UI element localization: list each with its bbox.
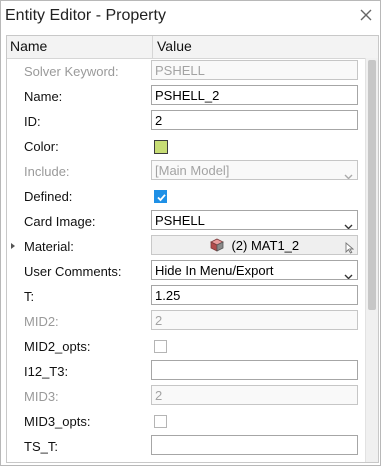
expand-arrow-icon[interactable] [11, 243, 15, 249]
label-mid3: MID3: [24, 389, 59, 404]
include-select: [Main Model] [151, 160, 358, 180]
mid3-opts-checkbox[interactable] [154, 415, 167, 428]
label-id: ID: [24, 114, 41, 129]
entity-editor-window: Entity Editor - Property Name Value Solv… [0, 0, 381, 466]
scrollbar-thumb[interactable] [368, 60, 376, 310]
chevron-down-icon [344, 167, 353, 179]
label-mid3-opts: MID3_opts: [24, 414, 91, 429]
label-ts-t: TS_T: [24, 439, 58, 454]
mid2-opts-checkbox[interactable] [154, 340, 167, 353]
row-include: Include: [Main Model] [7, 159, 365, 184]
row-mid3: MID3: 2 [7, 384, 365, 409]
solver-keyword-field: PSHELL [151, 60, 358, 80]
label-solver-keyword: Solver Keyword: [24, 64, 119, 79]
window-title: Entity Editor - Property [5, 7, 166, 24]
label-mid2: MID2: [24, 314, 59, 329]
row-ts-t: TS_T: [7, 434, 365, 459]
row-color: Color: [7, 134, 365, 159]
mid2-field: 2 [151, 310, 358, 330]
label-include: Include: [24, 164, 70, 179]
card-image-select[interactable]: PSHELL [151, 210, 358, 230]
label-mid2-opts: MID2_opts: [24, 339, 91, 354]
label-t: T: [24, 289, 35, 304]
row-solver-keyword: Solver Keyword: PSHELL [7, 59, 365, 84]
user-comments-select[interactable]: Hide In Menu/Export [151, 260, 358, 280]
user-comments-value: Hide In Menu/Export [155, 263, 274, 278]
material-selector[interactable]: (2) MAT1_2 [151, 235, 358, 255]
close-icon[interactable] [358, 7, 374, 23]
label-defined: Defined: [24, 189, 73, 204]
vertical-scrollbar[interactable] [365, 58, 378, 462]
label-color: Color: [24, 139, 59, 154]
label-name: Name: [24, 89, 63, 104]
pointer-cursor-icon [345, 240, 355, 254]
card-image-value: PSHELL [155, 213, 205, 228]
material-value: (2) MAT1_2 [231, 238, 300, 253]
material-cube-icon [209, 238, 224, 252]
label-user-comments: User Comments: [24, 264, 122, 279]
label-i12-t3: I12_T3: [24, 364, 69, 379]
row-t: T: 1.25 [7, 284, 365, 309]
row-defined: Defined: [7, 184, 365, 209]
defined-checkbox[interactable] [154, 190, 167, 203]
row-mid2: MID2: 2 [7, 309, 365, 334]
column-header-value[interactable]: Value [157, 38, 192, 54]
chevron-down-icon [344, 267, 353, 279]
row-i12-t3: I12_T3: [7, 359, 365, 384]
id-field[interactable]: 2 [151, 110, 358, 130]
row-id: ID: 2 [7, 109, 365, 134]
row-card-image: Card Image: PSHELL [7, 209, 365, 234]
label-card-image: Card Image: [24, 214, 96, 229]
mid3-field: 2 [151, 385, 358, 405]
row-mid3-opts: MID3_opts: [7, 409, 365, 434]
row-name: Name: PSHELL_2 [7, 84, 365, 109]
name-field[interactable]: PSHELL_2 [151, 85, 358, 105]
table-header: Name Value [7, 36, 378, 59]
t-field[interactable]: 1.25 [151, 285, 358, 305]
property-table: Name Value Solver Keyword: PSHELL Name: … [6, 35, 379, 463]
i12-t3-field[interactable] [151, 360, 358, 380]
label-material: Material: [24, 239, 74, 254]
column-header-name[interactable]: Name [10, 38, 47, 54]
row-user-comments: User Comments: Hide In Menu/Export [7, 259, 365, 284]
row-mid2-opts: MID2_opts: [7, 334, 365, 359]
include-value: [Main Model] [155, 163, 230, 178]
color-swatch[interactable] [154, 140, 168, 154]
title-bar: Entity Editor - Property [1, 1, 380, 33]
column-divider[interactable] [152, 36, 153, 58]
ts-t-field[interactable] [151, 435, 358, 455]
row-material: Material: (2) MAT1_2 [7, 234, 365, 259]
chevron-down-icon [344, 217, 353, 229]
